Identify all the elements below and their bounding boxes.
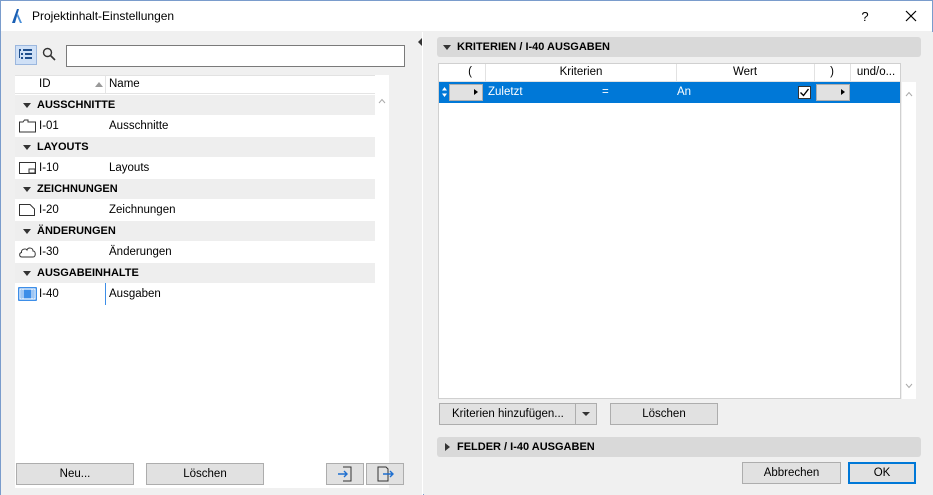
chevron-down-icon xyxy=(582,412,590,416)
expand-triangle-icon xyxy=(23,271,31,276)
scroll-up-icon[interactable] xyxy=(905,90,913,98)
help-button[interactable]: ? xyxy=(853,7,877,27)
right-panel: KRITERIEN / I-40 AUSGABEN ( Kriterien We… xyxy=(424,32,933,495)
delete-criteria-button[interactable]: Löschen xyxy=(610,403,718,425)
open-paren-dropdown[interactable] xyxy=(449,84,483,101)
expand-triangle-icon xyxy=(23,145,31,150)
group-label: AUSGABEINHALTE xyxy=(37,267,139,279)
group-label: AUSSCHNITTE xyxy=(37,99,116,111)
criteria-cell[interactable]: Zuletzt xyxy=(488,86,523,98)
list-header: ID Name xyxy=(15,76,389,94)
fields-section-header[interactable]: FELDER / I-40 AUSGABEN xyxy=(437,437,921,457)
add-criteria-button[interactable]: Kriterien hinzufügen... xyxy=(439,403,576,425)
group-row-aenderungen[interactable]: ÄNDERUNGEN xyxy=(15,221,387,241)
criteria-row[interactable]: Zuletzt = An xyxy=(439,82,900,103)
tree-view-toggle-button[interactable] xyxy=(15,45,37,65)
expand-triangle-icon xyxy=(23,187,31,192)
export-icon xyxy=(377,466,394,482)
list-item[interactable]: I-01 Ausschnitte xyxy=(15,115,387,137)
search-input[interactable] xyxy=(66,45,405,67)
sort-ascending-icon xyxy=(95,82,103,87)
value-checkbox[interactable] xyxy=(798,86,811,99)
criteria-table: ( Kriterien Wert ) und/o... Zuletzt = An xyxy=(438,63,901,399)
operator-cell[interactable]: = xyxy=(602,86,609,98)
item-id: I-20 xyxy=(39,204,59,216)
tree-list-icon xyxy=(19,49,32,59)
item-name: Layouts xyxy=(109,162,150,174)
ok-button[interactable]: OK xyxy=(848,462,916,484)
criteria-table-header: ( Kriterien Wert ) und/o... xyxy=(439,64,900,82)
title-bar: Projektinhalt-Einstellungen ? xyxy=(1,1,932,31)
content-list: ID Name AUSSCHNITTE I-01 Ausschnitte LAY… xyxy=(15,75,389,488)
cancel-button[interactable]: Abbrechen xyxy=(742,462,841,484)
drag-handle-icon[interactable] xyxy=(441,86,448,98)
output-icon xyxy=(18,287,37,301)
panel-splitter[interactable] xyxy=(411,32,423,495)
left-panel: ID Name AUSSCHNITTE I-01 Ausschnitte LAY… xyxy=(1,32,411,495)
group-row-layouts[interactable]: LAYOUTS xyxy=(15,137,387,157)
new-button[interactable]: Neu... xyxy=(16,463,134,485)
expand-triangle-icon xyxy=(23,103,31,108)
add-criteria-label: Kriterien hinzufügen... xyxy=(452,408,564,420)
window-title: Projektinhalt-Einstellungen xyxy=(32,9,175,23)
cloud-icon xyxy=(19,247,36,258)
checkmark-icon xyxy=(800,88,810,97)
dialog-window: Projektinhalt-Einstellungen ? ID Name AU… xyxy=(0,0,933,495)
splitter-line xyxy=(422,32,423,495)
item-name: Ausgaben xyxy=(109,288,161,300)
list-item-selected[interactable]: I-40 Ausgaben xyxy=(15,283,388,305)
search-icon xyxy=(42,47,56,61)
item-id: I-10 xyxy=(39,162,59,174)
dropdown-arrow-icon xyxy=(474,89,478,95)
group-label: LAYOUTS xyxy=(37,141,89,153)
item-id: I-01 xyxy=(39,120,59,132)
import-button[interactable] xyxy=(326,463,364,485)
list-item[interactable]: I-20 Zeichnungen xyxy=(15,199,387,221)
group-row-ausschnitte[interactable]: AUSSCHNITTE xyxy=(15,95,387,115)
item-id: I-30 xyxy=(39,246,59,258)
collapsed-triangle-icon xyxy=(445,443,450,451)
item-name: Zeichnungen xyxy=(109,204,176,216)
item-name: Ausschnitte xyxy=(109,120,169,132)
delete-left-button[interactable]: Löschen xyxy=(146,463,264,485)
column-header-close-paren: ) xyxy=(830,66,834,78)
dropdown-arrow-icon xyxy=(841,89,845,95)
criteria-section-header[interactable]: KRITERIEN / I-40 AUSGABEN xyxy=(437,37,921,57)
criteria-scrollbar[interactable] xyxy=(902,82,916,399)
layout-icon xyxy=(19,162,36,174)
scroll-up-icon[interactable] xyxy=(378,97,386,105)
drawing-icon xyxy=(19,204,35,216)
group-label: ZEICHNUNGEN xyxy=(37,183,118,195)
viewpoint-icon xyxy=(19,119,36,133)
close-paren-dropdown[interactable] xyxy=(816,84,850,101)
scroll-down-icon[interactable] xyxy=(905,382,913,390)
export-button[interactable] xyxy=(366,463,404,485)
column-divider xyxy=(850,64,851,82)
column-header-id[interactable]: ID xyxy=(39,78,51,90)
column-header-value: Wert xyxy=(732,66,758,78)
column-divider xyxy=(105,76,106,94)
list-scrollbar[interactable] xyxy=(375,75,389,488)
group-label: ÄNDERUNGEN xyxy=(37,225,116,237)
fields-section-title: FELDER / I-40 AUSGABEN xyxy=(457,441,595,453)
column-header-criteria: Kriterien xyxy=(559,66,603,78)
group-row-zeichnungen[interactable]: ZEICHNUNGEN xyxy=(15,179,387,199)
group-row-ausgabeinhalte[interactable]: AUSGABEINHALTE xyxy=(15,263,387,283)
value-cell[interactable]: An xyxy=(677,86,691,98)
item-id: I-40 xyxy=(39,288,59,300)
criteria-section-title: KRITERIEN / I-40 AUSGABEN xyxy=(457,41,611,53)
expand-triangle-icon xyxy=(443,45,451,50)
archicad-logo-icon xyxy=(12,9,22,23)
close-icon[interactable] xyxy=(897,5,925,27)
list-item[interactable]: I-30 Änderungen xyxy=(15,241,387,263)
import-icon xyxy=(338,466,352,482)
add-criteria-dropdown[interactable] xyxy=(575,403,597,425)
column-header-name[interactable]: Name xyxy=(109,78,140,90)
column-header-and-or: und/o... xyxy=(856,66,896,78)
item-name: Änderungen xyxy=(109,246,172,258)
expand-triangle-icon xyxy=(23,229,31,234)
list-item[interactable]: I-10 Layouts xyxy=(15,157,387,179)
